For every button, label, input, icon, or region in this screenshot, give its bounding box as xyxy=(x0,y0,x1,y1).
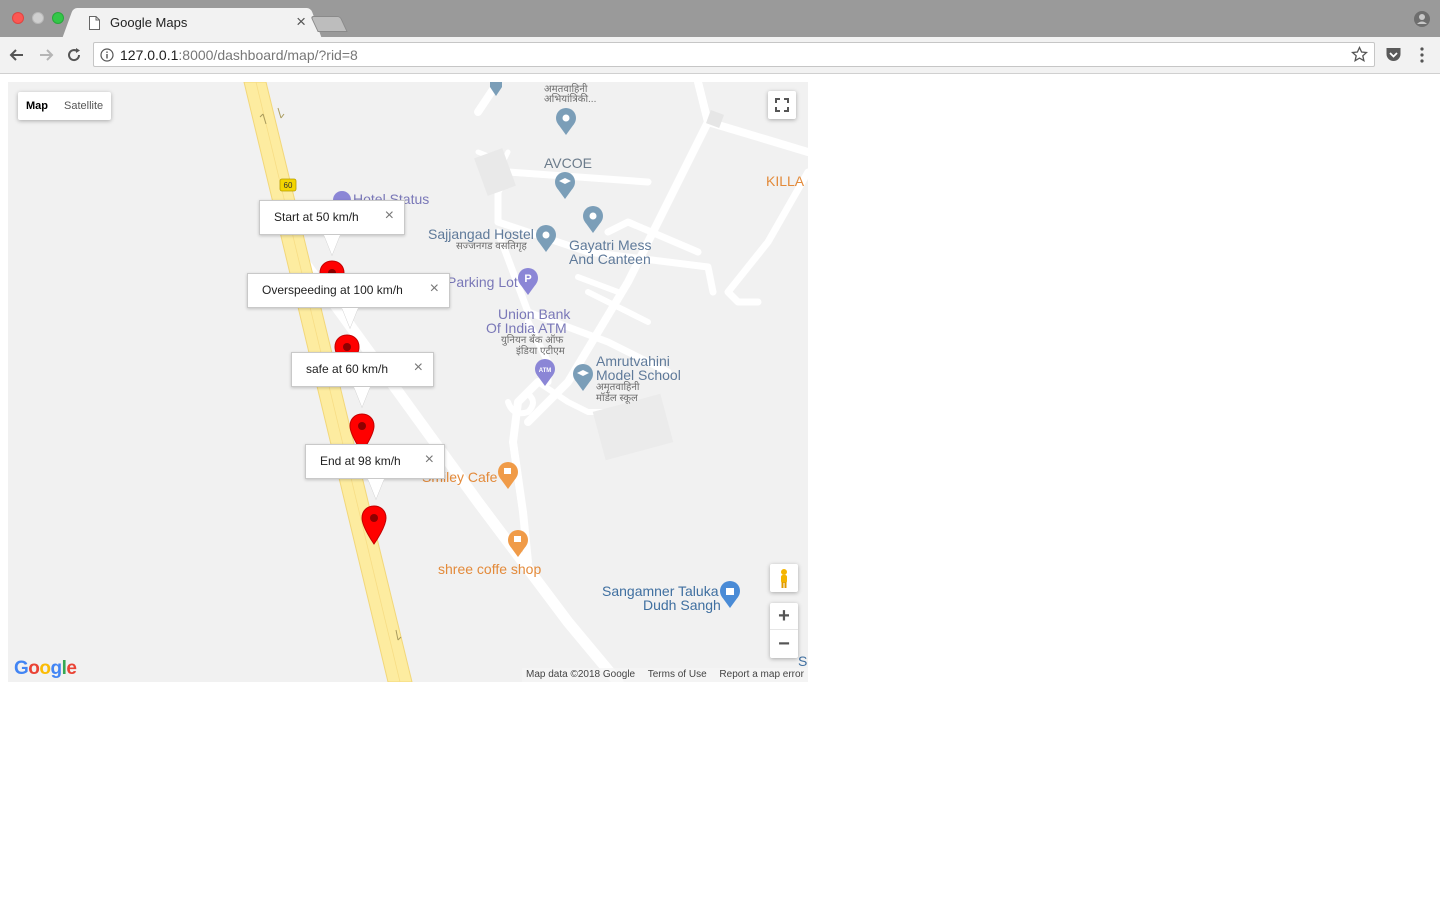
info-window-text: Overspeeding at 100 km/h xyxy=(262,283,403,297)
info-window: End at 98 km/h × xyxy=(305,444,445,499)
bookmark-star-icon[interactable] xyxy=(1351,46,1368,63)
new-tab-button[interactable] xyxy=(310,16,348,32)
place-label[interactable]: Sangamner Taluka xyxy=(602,584,718,598)
map-data-text: Map data ©2018 Google xyxy=(526,669,636,680)
close-icon[interactable]: × xyxy=(414,359,423,377)
place-label[interactable]: shree coffe shop xyxy=(438,562,541,576)
profile-icon[interactable] xyxy=(1414,11,1430,27)
place-label[interactable]: Model School xyxy=(596,368,681,382)
place-label[interactable]: Gayatri Mess xyxy=(569,238,651,252)
terms-of-use-link[interactable]: Terms of Use xyxy=(648,669,707,680)
place-label[interactable]: And Canteen xyxy=(569,252,651,266)
map-type-control: Map Satellite xyxy=(18,92,112,120)
close-icon[interactable]: × xyxy=(385,207,394,225)
info-window-tail xyxy=(354,387,370,407)
browser-tab[interactable]: Google Maps × xyxy=(76,8,308,37)
url-path: :8000/dashboard/map/?rid=8 xyxy=(178,47,358,63)
info-window: Start at 50 km/h × xyxy=(259,200,405,255)
place-label[interactable]: इंडिया एटीएम xyxy=(516,346,565,357)
forward-arrow-icon[interactable] xyxy=(36,45,56,65)
info-window-tail xyxy=(342,308,358,328)
url-host: 127.0.0.1 xyxy=(120,47,179,63)
back-arrow-icon[interactable] xyxy=(7,45,27,65)
place-label[interactable]: Amrutvahini xyxy=(596,354,670,368)
place-label[interactable]: अभियांत्रिकी... xyxy=(544,94,596,105)
fullscreen-button[interactable] xyxy=(768,91,796,119)
place-label[interactable]: Sajjangad Hostel xyxy=(428,227,534,241)
tab-title: Google Maps xyxy=(110,15,188,30)
url-text[interactable]: 127.0.0.1:8000/dashboard/map/?rid=8 xyxy=(120,47,358,63)
place-label[interactable]: मॉडेल स्कूल xyxy=(596,393,638,404)
place-label[interactable]: AVCOE xyxy=(544,156,592,170)
place-label[interactable]: Dudh Sangh xyxy=(643,598,721,612)
info-window-tail xyxy=(324,235,340,255)
map-type-map-button[interactable]: Map xyxy=(18,92,56,120)
place-label[interactable]: सज्जनगड वसतिगृह xyxy=(456,241,527,252)
close-icon[interactable]: × xyxy=(425,451,434,469)
place-label[interactable]: अमृतवाहिनी xyxy=(596,382,640,393)
info-icon[interactable] xyxy=(100,48,114,62)
place-label[interactable]: Union Bank xyxy=(498,307,570,321)
fullscreen-icon xyxy=(775,98,789,112)
pegman-icon xyxy=(781,569,787,588)
browser-titlebar: Google Maps × xyxy=(0,0,1440,37)
place-label[interactable]: Parking Lot xyxy=(447,275,518,289)
window-maximize-button[interactable] xyxy=(52,12,64,24)
window-minimize-button[interactable] xyxy=(32,12,44,24)
zoom-out-button[interactable]: − xyxy=(770,631,798,658)
info-window-text: End at 98 km/h xyxy=(320,454,401,468)
info-window-text: Start at 50 km/h xyxy=(274,210,359,224)
svg-text:P: P xyxy=(524,273,531,285)
map-canvas[interactable]: 60 P ATM अमतवाहिनी अभियांत्रिकी... AVCOE… xyxy=(8,82,808,682)
info-window: Overspeeding at 100 km/h × xyxy=(247,273,450,328)
zoom-control: + − xyxy=(770,603,798,658)
browser-toolbar: 127.0.0.1:8000/dashboard/map/?rid=8 xyxy=(0,37,1440,74)
place-label[interactable]: S xyxy=(798,654,807,668)
place-label[interactable]: युनियन बँक ऑफ xyxy=(501,335,563,346)
info-window-text: safe at 60 km/h xyxy=(306,362,389,376)
zoom-in-button[interactable]: + xyxy=(770,603,798,630)
address-bar[interactable]: 127.0.0.1:8000/dashboard/map/?rid=8 xyxy=(93,42,1375,67)
page-icon xyxy=(89,16,100,30)
road-shield-label: 60 xyxy=(284,181,293,190)
map-attribution: Map data ©2018 Google Terms of Use Repor… xyxy=(522,668,808,682)
window-close-button[interactable] xyxy=(12,12,24,24)
info-window-tail xyxy=(368,479,384,499)
place-label[interactable]: KILLA xyxy=(766,174,804,188)
place-label[interactable]: Of India ATM xyxy=(486,321,567,335)
close-icon[interactable]: × xyxy=(430,280,439,298)
tab-close-icon[interactable]: × xyxy=(296,13,306,31)
menu-dots-icon[interactable] xyxy=(1418,46,1426,64)
pocket-icon[interactable] xyxy=(1385,46,1402,63)
info-window: safe at 60 km/h × xyxy=(291,352,434,407)
google-logo[interactable]: Google xyxy=(14,658,77,680)
map-type-satellite-button[interactable]: Satellite xyxy=(56,92,111,120)
route-marker[interactable] xyxy=(361,505,387,545)
reload-icon[interactable] xyxy=(64,45,84,65)
svg-text:ATM: ATM xyxy=(539,368,552,374)
street-view-button[interactable] xyxy=(770,564,798,592)
report-error-link[interactable]: Report a map error xyxy=(719,669,803,680)
